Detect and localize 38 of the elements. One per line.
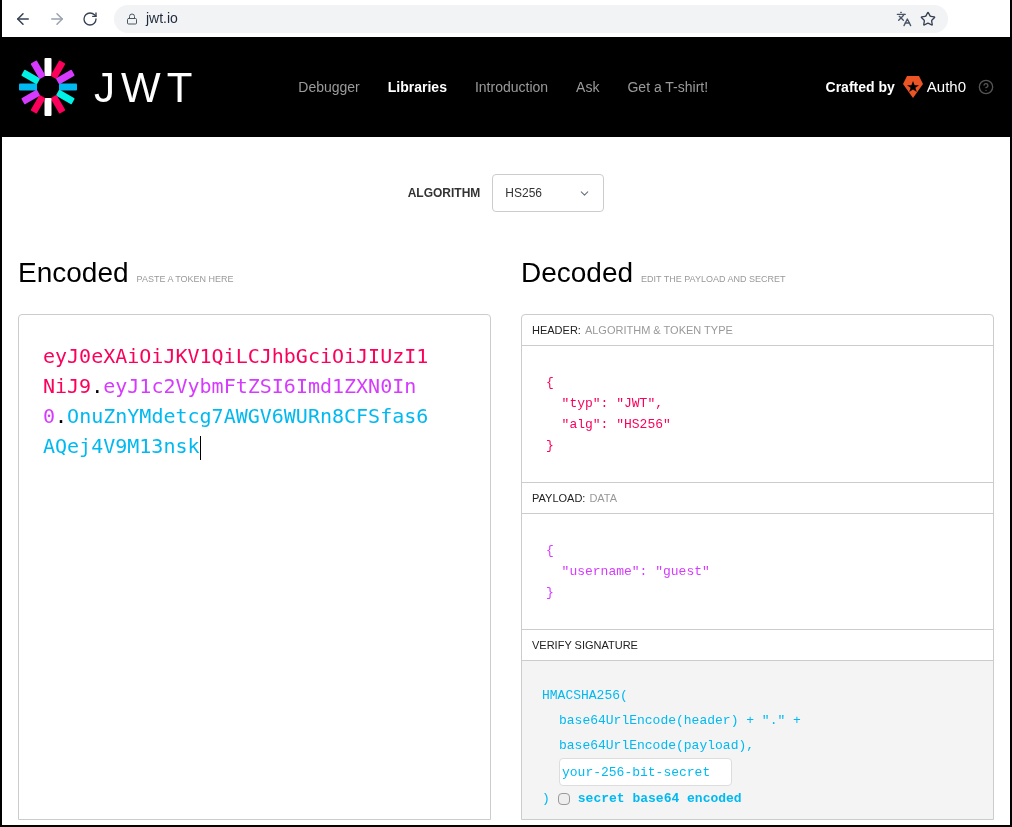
bookmark-star-icon[interactable]	[920, 10, 936, 27]
address-bar[interactable]: jwt.io	[114, 4, 948, 33]
translate-icon[interactable]	[896, 10, 912, 27]
nav-link[interactable]: Libraries	[387, 76, 447, 98]
decoded-heading: Decoded	[521, 256, 634, 290]
section-subtitle: DATA	[589, 490, 618, 506]
pinwheel-logo-icon	[18, 57, 78, 117]
signature-code-line: HMACSHA256(	[542, 687, 628, 705]
signature-code-line: base64UrlEncode(payload),	[559, 737, 755, 755]
json-code[interactable]: { "typ": "JWT", "alg": "HS256" }	[546, 372, 969, 456]
nav-link[interactable]: Introduction	[474, 76, 549, 98]
token-input[interactable]: eyJ0eXAiOiJKV1QiLCJhbGciOiJIUzI1NiJ9.eyJ1c2VybmFtZSI6Imd1ZXN0In0.OnuZnYMdetcg7AWGV6WURn8CFSfas6AQej4V9M13nsk	[18, 314, 491, 820]
section-title: VERIFY SIGNATURE	[532, 637, 638, 653]
lock-icon	[126, 12, 138, 25]
nav-link[interactable]: Debugger	[298, 76, 360, 98]
shield-star-logo-icon	[902, 76, 923, 98]
checkbox-label: secret base64 encoded	[577, 790, 742, 808]
url-text: jwt.io	[146, 9, 179, 28]
crafted-by-text: Crafted by	[825, 77, 895, 97]
nav-link[interactable]: Get a T-shirt!	[627, 76, 709, 98]
reload-icon[interactable]	[82, 10, 98, 27]
algorithm-label: ALGORITHM	[407, 185, 481, 202]
base64-checkbox[interactable]	[557, 792, 570, 805]
section-subtitle: ALGORITHM & TOKEN TYPE	[584, 322, 733, 338]
algorithm-select[interactable]: HS256	[492, 174, 605, 212]
decoded-hint: EDIT THE PAYLOAD AND SECRET	[641, 273, 786, 286]
encoded-hint: PASTE A TOKEN HERE	[136, 273, 234, 286]
brand-name: Auth0	[926, 76, 966, 97]
logo-wordmark: JWT	[94, 62, 199, 113]
jwt-token-text: eyJ0eXAiOiJKV1QiLCJhbGciOiJIUzI1NiJ9.eyJ1c2VybmFtZSI6Imd1ZXN0In0.OnuZnYMdetcg7AWGV6WURn8CFSfas6AQej4V9M13nsk	[43, 343, 430, 461]
signature-code-line: base64UrlEncode(header) + "." +	[559, 712, 801, 730]
nav-link[interactable]: Ask	[576, 76, 600, 98]
encoded-heading: Encoded	[18, 256, 129, 290]
section-title: PAYLOAD:	[532, 490, 586, 506]
closing-paren: )	[542, 790, 550, 808]
help-icon[interactable]	[978, 79, 994, 95]
json-code[interactable]: { "username": "guest" }	[546, 540, 969, 603]
section-title: HEADER:	[532, 322, 581, 338]
